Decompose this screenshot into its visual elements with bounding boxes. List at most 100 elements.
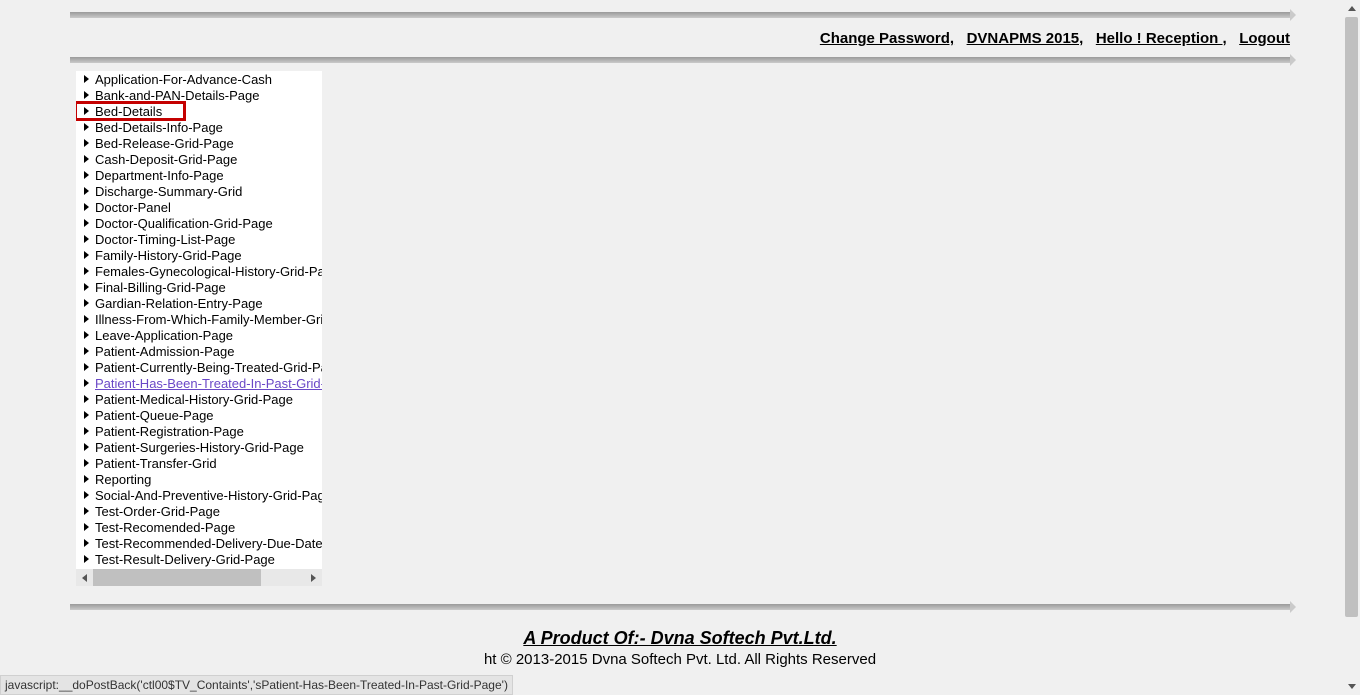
tree-expand-icon[interactable] [84,459,89,467]
tree-item[interactable]: Doctor-Qualification-Grid-Page [84,215,322,231]
tree-item[interactable]: Patient-Admission-Page [84,343,322,359]
tree-expand-icon[interactable] [84,427,89,435]
tree-item[interactable]: Final-Billing-Grid-Page [84,279,322,295]
tree-item[interactable]: Doctor-Panel [84,199,322,215]
tree-item[interactable]: Patient-Medical-History-Grid-Page [84,391,322,407]
tree-item[interactable]: Bed-Release-Grid-Page [84,135,322,151]
tree-item-label: Patient-Transfer-Grid [95,456,217,471]
tree-expand-icon[interactable] [84,187,89,195]
tree-item[interactable]: Gardian-Relation-Entry-Page [84,295,322,311]
tree-item-label: Department-Info-Page [95,168,224,183]
tree-item[interactable]: Family-History-Grid-Page [84,247,322,263]
top-divider [70,12,1290,18]
change-password-link[interactable]: Change Password, [820,30,954,47]
vscroll-track[interactable] [1343,17,1360,678]
scroll-track[interactable] [93,569,305,586]
tree-item-label: Illness-From-Which-Family-Member-Grid [95,312,322,327]
scroll-left-button[interactable] [76,569,93,586]
tree-item[interactable]: Patient-Currently-Being-Treated-Grid-Pag… [84,359,322,375]
tree-item-label: Patient-Has-Been-Treated-In-Past-Grid-Pa… [95,376,322,391]
tree-item[interactable]: Test-Recomended-Page [84,519,322,535]
tree-item[interactable]: Cash-Deposit-Grid-Page [84,151,322,167]
tree-item[interactable]: Test-Order-Grid-Page [84,503,322,519]
tree-item-label: Application-For-Advance-Cash [95,72,272,87]
tree-expand-icon[interactable] [84,331,89,339]
tree-expand-icon[interactable] [84,555,89,563]
tree-expand-icon[interactable] [84,203,89,211]
tree-expand-icon[interactable] [84,139,89,147]
app-title-link[interactable]: DVNAPMS 2015, [967,30,1084,47]
tree-item-label: Doctor-Panel [95,200,171,215]
tree-expand-icon[interactable] [84,475,89,483]
scroll-down-button[interactable] [1343,678,1360,695]
tree-item[interactable]: Test-Result-Delivery-Grid-Page [84,551,322,567]
tree-expand-icon[interactable] [84,315,89,323]
tree-expand-icon[interactable] [84,443,89,451]
tree-item-label: Bed-Release-Grid-Page [95,136,234,151]
tree-item[interactable]: Bed-Details-Info-Page [84,119,322,135]
tree-expand-icon[interactable] [84,219,89,227]
tree-item[interactable]: Reporting [84,471,322,487]
tree-item-label: Test-Result-Delivery-Grid-Page [95,552,275,567]
tree-item-label: Family-History-Grid-Page [95,248,242,263]
tree-expand-icon[interactable] [84,347,89,355]
tree-item-label: Doctor-Timing-List-Page [95,232,235,247]
vscroll-thumb[interactable] [1345,17,1358,617]
tree-item-label: Gardian-Relation-Entry-Page [95,296,263,311]
tree-expand-icon[interactable] [84,235,89,243]
scroll-thumb[interactable] [93,569,261,586]
tree-expand-icon[interactable] [84,75,89,83]
tree-expand-icon[interactable] [84,523,89,531]
tree-item[interactable]: Patient-Transfer-Grid [84,455,322,471]
tree-item[interactable]: Test-Recommended-Delivery-Due-Date [84,535,322,551]
tree-expand-icon[interactable] [84,507,89,515]
greeting-link[interactable]: Hello ! Reception , [1096,30,1227,47]
tree-item[interactable]: Illness-From-Which-Family-Member-Grid [84,311,322,327]
tree-item-label: Patient-Surgeries-History-Grid-Page [95,440,304,455]
tree-expand-icon[interactable] [84,379,89,387]
top-link-bar: Change Password, DVNAPMS 2015, Hello ! R… [70,26,1290,57]
tree-item[interactable]: Leave-Application-Page [84,327,322,343]
tree-expand-icon[interactable] [84,395,89,403]
tree-expand-icon[interactable] [84,411,89,419]
tree-item[interactable]: Patient-Surgeries-History-Grid-Page [84,439,322,455]
chevron-left-icon [82,574,87,582]
logout-link[interactable]: Logout [1239,30,1290,47]
tree-expand-icon[interactable] [84,491,89,499]
tree-expand-icon[interactable] [84,539,89,547]
tree-item[interactable]: Department-Info-Page [84,167,322,183]
tree-item[interactable]: Social-And-Preventive-History-Grid-Page [84,487,322,503]
chevron-right-icon [311,574,316,582]
tree-item[interactable]: Bed-Details [84,103,322,119]
second-divider [70,57,1290,63]
tree-item[interactable]: Application-For-Advance-Cash [84,71,322,87]
tree-expand-icon[interactable] [84,267,89,275]
tree-item-label: Test-Recomended-Page [95,520,235,535]
tree-item-label: Patient-Admission-Page [95,344,234,359]
tree-item-label: Cash-Deposit-Grid-Page [95,152,237,167]
tree-item[interactable]: Doctor-Timing-List-Page [84,231,322,247]
tree-expand-icon[interactable] [84,123,89,131]
tree-expand-icon[interactable] [84,251,89,259]
tree-item[interactable]: Patient-Registration-Page [84,423,322,439]
page-vertical-scrollbar[interactable] [1343,0,1360,695]
tree-expand-icon[interactable] [84,283,89,291]
tree-item[interactable]: Patient-Queue-Page [84,407,322,423]
tree-expand-icon[interactable] [84,299,89,307]
tree-expand-icon[interactable] [84,91,89,99]
tree-expand-icon[interactable] [84,107,89,115]
tree-expand-icon[interactable] [84,363,89,371]
tree-item[interactable]: Discharge-Summary-Grid [84,183,322,199]
scroll-up-button[interactable] [1343,0,1360,17]
tree-expand-icon[interactable] [84,155,89,163]
tree-item[interactable]: Bank-and-PAN-Details-Page [84,87,322,103]
footer-product-link[interactable]: A Product Of:- Dvna Softech Pvt.Ltd. [70,628,1290,649]
tree-item[interactable]: Females-Gynecological-History-Grid-Page [84,263,322,279]
tree-horizontal-scrollbar[interactable] [76,569,322,586]
tree-item-label: Patient-Medical-History-Grid-Page [95,392,293,407]
nav-tree: Application-For-Advance-CashBank-and-PAN… [76,71,322,586]
tree-expand-icon[interactable] [84,171,89,179]
tree-item[interactable]: Patient-Has-Been-Treated-In-Past-Grid-Pa… [84,375,322,391]
tree-item-label: Bed-Details-Info-Page [95,120,223,135]
scroll-right-button[interactable] [305,569,322,586]
